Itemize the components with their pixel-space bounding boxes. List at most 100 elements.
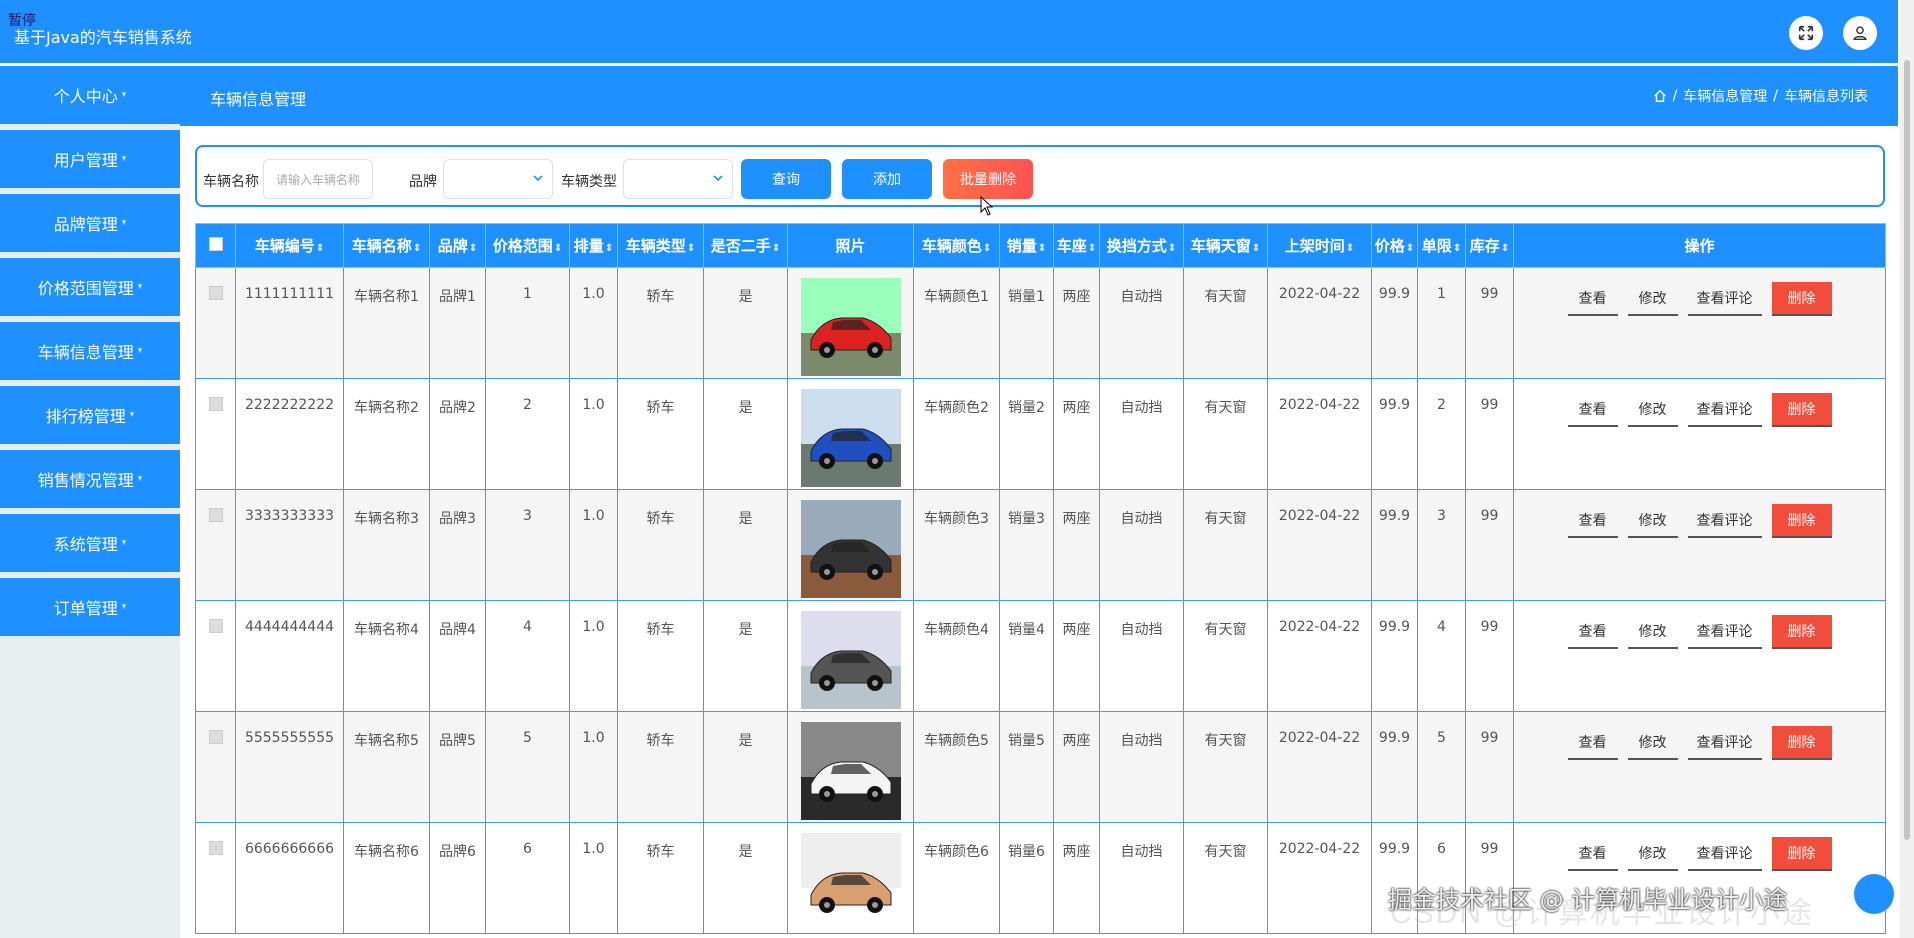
cell-displacement: 1.0: [569, 711, 618, 823]
cell-used: 是: [703, 489, 788, 601]
col-header[interactable]: 车辆名称⇕: [343, 223, 430, 268]
photo-cell: [787, 600, 914, 712]
expand-icon: [1798, 25, 1814, 41]
floating-action-button[interactable]: [1854, 874, 1894, 914]
col-header[interactable]: 车辆类型⇕: [617, 223, 704, 268]
col-header[interactable]: 上架时间⇕: [1267, 223, 1372, 268]
edit-button[interactable]: 修改: [1627, 393, 1678, 427]
delete-button[interactable]: 删除: [1771, 504, 1832, 538]
cell-color: 车辆颜色6: [913, 822, 1000, 934]
view-button[interactable]: 查看: [1567, 615, 1618, 649]
search-panel: 车辆名称 请输入车辆名称 品牌 车辆类型 查询 添加 批量删除: [195, 145, 1885, 207]
view-button[interactable]: 查看: [1567, 837, 1618, 871]
brand-select[interactable]: [443, 159, 553, 199]
view-button[interactable]: 查看: [1567, 393, 1618, 427]
cell-id: 5555555555: [235, 711, 344, 823]
edit-button[interactable]: 修改: [1627, 282, 1678, 316]
cell-name: 车辆名称3: [343, 489, 430, 601]
home-icon[interactable]: [1653, 89, 1667, 103]
user-menu-button[interactable]: [1843, 16, 1877, 50]
delete-button[interactable]: 删除: [1771, 393, 1832, 427]
add-button[interactable]: 添加: [842, 159, 932, 199]
delete-button[interactable]: 删除: [1771, 282, 1832, 316]
chevron-down-icon: ▾: [137, 282, 143, 292]
car-photo[interactable]: [800, 722, 901, 820]
edit-button[interactable]: 修改: [1627, 837, 1678, 871]
view-comments-button[interactable]: 查看评论: [1687, 282, 1762, 316]
cell-stock: 99: [1465, 378, 1514, 490]
breadcrumb-item[interactable]: 车辆信息管理: [1683, 86, 1767, 106]
col-header[interactable]: 价格⇕: [1371, 223, 1418, 268]
col-header[interactable]: 车辆编号⇕: [235, 223, 344, 268]
sidebar-item-orders[interactable]: 订单管理 ▾: [0, 578, 180, 636]
delete-button[interactable]: 删除: [1771, 615, 1832, 649]
delete-button[interactable]: 删除: [1771, 837, 1832, 871]
fullscreen-button[interactable]: [1789, 16, 1823, 50]
col-header[interactable]: 是否二手⇕: [703, 223, 788, 268]
view-comments-button[interactable]: 查看评论: [1687, 726, 1762, 760]
col-header[interactable]: 单限⇕: [1417, 223, 1466, 268]
col-header[interactable]: 库存⇕: [1465, 223, 1514, 268]
col-header[interactable]: 排量⇕: [569, 223, 618, 268]
sidebar: 个人中心 ▾ 用户管理 ▾ 品牌管理 ▾ 价格范围管理 ▾ 车辆信息管理 ▾ 排行榜管理 ▾…: [0, 66, 180, 938]
view-button[interactable]: 查看: [1567, 504, 1618, 538]
cell-stock: 99: [1465, 489, 1514, 601]
cell-displacement: 1.0: [569, 489, 618, 601]
view-button[interactable]: 查看: [1567, 726, 1618, 760]
cell-sales: 销量5: [999, 711, 1054, 823]
view-button[interactable]: 查看: [1567, 282, 1618, 316]
sidebar-item-personal-center[interactable]: 个人中心 ▾: [0, 66, 180, 124]
sort-icon: ⇕: [553, 243, 563, 254]
col-header[interactable]: 车座⇕: [1053, 223, 1100, 268]
row-checkbox[interactable]: [208, 841, 223, 855]
col-header[interactable]: 品牌⇕: [429, 223, 486, 268]
row-select-cell: [195, 600, 236, 712]
col-header[interactable]: 换挡方式⇕: [1099, 223, 1184, 268]
cell-price: 99.9: [1371, 267, 1418, 379]
batch-delete-button[interactable]: 批量删除: [943, 159, 1033, 199]
query-button[interactable]: 查询: [741, 159, 831, 199]
sidebar-item-sales[interactable]: 销售情况管理 ▾: [0, 450, 180, 508]
breadcrumb-item: 车辆信息列表: [1784, 89, 1868, 105]
row-checkbox[interactable]: [208, 508, 223, 522]
delete-button[interactable]: 删除: [1771, 726, 1832, 760]
col-header[interactable]: 价格范围⇕: [485, 223, 570, 268]
chevron-down-icon: ▾: [121, 602, 127, 612]
view-comments-button[interactable]: 查看评论: [1687, 393, 1762, 427]
car-photo[interactable]: [800, 833, 901, 931]
car-photo[interactable]: [800, 500, 901, 598]
select-all-checkbox[interactable]: [208, 236, 223, 251]
sidebar-item-brands[interactable]: 品牌管理 ▾: [0, 194, 180, 252]
col-header[interactable]: 车辆颜色⇕: [913, 223, 1000, 268]
edit-button[interactable]: 修改: [1627, 726, 1678, 760]
sidebar-item-rankings[interactable]: 排行榜管理 ▾: [0, 386, 180, 444]
view-comments-button[interactable]: 查看评论: [1687, 615, 1762, 649]
cell-id: 2222222222: [235, 378, 344, 490]
col-header[interactable]: 车辆天窗⇕: [1183, 223, 1268, 268]
cell-id: 3333333333: [235, 489, 344, 601]
view-comments-button[interactable]: 查看评论: [1687, 504, 1762, 538]
row-checkbox[interactable]: [208, 286, 223, 300]
row-checkbox[interactable]: [208, 730, 223, 744]
cell-displacement: 1.0: [569, 378, 618, 490]
row-checkbox[interactable]: [208, 397, 223, 411]
edit-button[interactable]: 修改: [1627, 504, 1678, 538]
col-header[interactable]: 销量⇕: [999, 223, 1054, 268]
view-comments-button[interactable]: 查看评论: [1687, 837, 1762, 871]
cell-brand: 品牌2: [429, 378, 486, 490]
sidebar-item-system[interactable]: 系统管理 ▾: [0, 514, 180, 572]
page-scrollbar[interactable]: [1900, 0, 1914, 938]
sidebar-item-users[interactable]: 用户管理 ▾: [0, 130, 180, 188]
sidebar-item-vehicles[interactable]: 车辆信息管理 ▾: [0, 322, 180, 380]
sidebar-item-price-range[interactable]: 价格范围管理 ▾: [0, 258, 180, 316]
car-photo[interactable]: [800, 611, 901, 709]
cell-sales: 销量2: [999, 378, 1054, 490]
vehicle-name-input[interactable]: 请输入车辆名称: [263, 159, 373, 199]
car-photo[interactable]: [800, 389, 901, 487]
car-photo[interactable]: [800, 278, 901, 376]
cell-limit: 1: [1417, 267, 1466, 379]
breadcrumb: / 车辆信息管理 / 车辆信息列表: [1653, 86, 1868, 106]
row-checkbox[interactable]: [208, 619, 223, 633]
edit-button[interactable]: 修改: [1627, 615, 1678, 649]
vehicle-type-select[interactable]: [623, 159, 733, 199]
